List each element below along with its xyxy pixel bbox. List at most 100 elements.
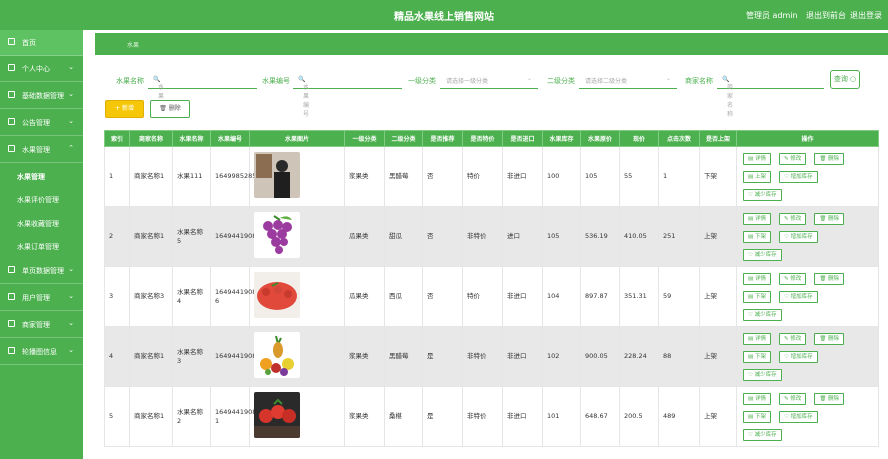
breadcrumb: 水果: [95, 33, 888, 55]
sidebar-sub-label: 水果收藏管理: [17, 220, 59, 228]
add-stock-button[interactable]: ♡ 增加库存: [778, 290, 818, 303]
sidebar-item-carousel[interactable]: 轮播图信息 ⌄: [0, 339, 83, 365]
shelf-toggle-button[interactable]: ▤ 下架: [743, 410, 771, 423]
cell-code: 16494419082581 6: [210, 266, 273, 327]
cell-ops: ▤ 详情 ✎ 修改 🗑 删除 ▤ 上架 ♡ 增加库存 ♡ 减少库存: [736, 146, 879, 207]
col-header: 商家名称: [129, 130, 173, 147]
sidebar-item-single-page[interactable]: 单页数据管理 ⌄: [0, 258, 83, 284]
add-stock-button[interactable]: ♡ 增加库存: [778, 350, 818, 363]
delete-button[interactable]: 🗑 删除: [814, 272, 845, 285]
cell-special: 特价: [462, 146, 503, 207]
sidebar-item-base-data[interactable]: 基础数据管理 ⌄: [0, 83, 83, 109]
cell-image: [249, 326, 345, 387]
add-stock-button[interactable]: ♡ 增加库存: [778, 410, 818, 423]
shelf-toggle-button[interactable]: ▤ 下架: [743, 230, 771, 243]
reduce-stock-button[interactable]: ♡ 减少库存: [743, 428, 782, 441]
chevron-down-icon: ⌄: [68, 346, 74, 354]
sidebar-item-notice[interactable]: 公告管理 ⌄: [0, 110, 83, 136]
cell-idx: 3: [104, 266, 130, 327]
add-button[interactable]: + 新增: [105, 100, 144, 118]
sidebar-sub-label: 水果管理: [17, 173, 45, 181]
sidebar-sub-fruit-order[interactable]: 水果订单管理: [0, 235, 83, 259]
detail-button[interactable]: ▤ 详情: [743, 272, 771, 285]
reduce-stock-button[interactable]: ♡ 减少库存: [743, 368, 782, 381]
sidebar: 首页 个人中心 ⌄ 基础数据管理 ⌄ 公告管理 ⌄ 水果管理 ⌃ 水果管理 水果…: [0, 30, 83, 459]
edit-button[interactable]: ✎ 修改: [778, 152, 807, 165]
search-name-input[interactable]: 🔍 水果名称: [148, 70, 257, 118]
cell-cat1: 瓜果类: [344, 266, 385, 327]
reduce-stock-button[interactable]: ♡ 减少库存: [743, 248, 782, 261]
search-cat2-select[interactable]: 请选择二级分类 ⌄: [579, 70, 677, 89]
back-to-front-link[interactable]: 退出到前台: [806, 10, 846, 21]
cell-name: 水果111: [172, 146, 211, 207]
table-row: 2 商家名称1 水果名称5 16494419082580 瓜果类 甜瓜否非特价 进口 105 5…: [104, 206, 879, 267]
reduce-stock-button[interactable]: ♡ 减少库存: [743, 188, 782, 201]
detail-button[interactable]: ▤ 详情: [743, 152, 771, 165]
sidebar-item-home[interactable]: 首页: [0, 30, 83, 56]
edit-button[interactable]: ✎ 修改: [778, 332, 807, 345]
add-stock-button[interactable]: ♡ 增加库存: [778, 230, 818, 243]
cell-shop: 商家名称3: [129, 266, 173, 327]
cell-rec: 是: [422, 386, 463, 447]
breadcrumb-text: 水果: [127, 42, 140, 49]
delete-button[interactable]: 🗑 删除: [814, 392, 845, 405]
chevron-down-icon: ⌄: [526, 75, 532, 82]
sidebar-item-personal[interactable]: 个人中心 ⌄: [0, 56, 83, 82]
cell-shop: 商家名称1: [129, 146, 173, 207]
cell-shop: 商家名称1: [129, 206, 173, 267]
sidebar-item-merchants[interactable]: 商家管理 ⌄: [0, 312, 83, 338]
cell-name: 水果名称2: [172, 386, 211, 447]
fruit-image: [254, 272, 300, 318]
shelf-toggle-button[interactable]: ▤ 下架: [743, 350, 771, 363]
add-stock-button[interactable]: ♡ 增加库存: [778, 170, 818, 183]
chevron-up-icon: ⌃: [68, 144, 74, 152]
select-placeholder: 请选择二级分类: [585, 78, 628, 85]
delete-button[interactable]: 🗑 删除: [814, 212, 845, 225]
detail-button[interactable]: ▤ 详情: [743, 392, 771, 405]
logout-link[interactable]: 退出登录: [850, 10, 882, 21]
chevron-down-icon: ⌄: [68, 90, 74, 98]
users-icon: [8, 293, 15, 300]
delete-button[interactable]: 🗑 删除: [814, 332, 845, 345]
sidebar-sub-fruit-fav[interactable]: 水果收藏管理: [0, 212, 83, 236]
cell-name: 水果名称5: [172, 206, 211, 267]
shelf-toggle-button[interactable]: ▤ 上架: [743, 170, 771, 183]
cell-shelf: 上架: [699, 386, 737, 447]
cell-clicks: 59: [658, 266, 700, 327]
cell-image: [249, 206, 345, 267]
detail-button[interactable]: ▤ 详情: [743, 332, 771, 345]
sidebar-item-label: 单页数据管理: [22, 267, 64, 275]
search-shop-input[interactable]: 🔍 商家名称: [717, 70, 824, 118]
cell-price: 648.67: [580, 386, 620, 447]
batch-delete-button[interactable]: 🗑 删除: [150, 100, 190, 118]
page-icon: [8, 266, 15, 273]
search-icon-ph: 🔍 水果编号: [298, 76, 310, 118]
sidebar-sub-fruit[interactable]: 水果管理: [0, 165, 83, 189]
fruit-table: 索引 商家名称 水果名称 水果编号 水果图片 一级分类 二级分类 是否推荐 是否…: [104, 130, 879, 447]
shop-icon: [8, 320, 15, 327]
shelf-toggle-button[interactable]: ▤ 下架: [743, 290, 771, 303]
detail-button[interactable]: ▤ 详情: [743, 212, 771, 225]
sidebar-item-fruit[interactable]: 水果管理 ⌃: [0, 137, 83, 163]
edit-button[interactable]: ✎ 修改: [778, 392, 807, 405]
sidebar-sub-fruit-review[interactable]: 水果评价管理: [0, 188, 83, 212]
chevron-down-icon: ⌄: [665, 75, 671, 82]
cell-clicks: 88: [658, 326, 700, 387]
cell-ops: ▤ 详情 ✎ 修改 🗑 删除 ▤ 下架 ♡ 增加库存 ♡ 减少库存: [736, 266, 879, 327]
search-icon-ph: 🔍 商家名称: [722, 76, 734, 118]
search-cat1-select[interactable]: 请选择一级分类 ⌄: [440, 70, 538, 89]
image-icon: [8, 347, 15, 354]
sidebar-item-users[interactable]: 用户管理 ⌄: [0, 285, 83, 311]
reduce-stock-button[interactable]: ♡ 减少库存: [743, 308, 782, 321]
cell-cat2: 西瓜: [384, 266, 423, 327]
cell-image: [249, 146, 345, 207]
search-code-input[interactable]: 🔍 水果编号: [293, 70, 402, 118]
fruit-image: [254, 392, 300, 438]
cell-now: 200.5: [619, 386, 659, 447]
edit-button[interactable]: ✎ 修改: [778, 212, 807, 225]
edit-button[interactable]: ✎ 修改: [778, 272, 807, 285]
query-button[interactable]: 查询 ○: [830, 70, 860, 89]
cell-import: 非进口: [502, 266, 543, 327]
cell-code: 16494419082582: [210, 326, 273, 387]
delete-button[interactable]: 🗑 删除: [814, 152, 845, 165]
